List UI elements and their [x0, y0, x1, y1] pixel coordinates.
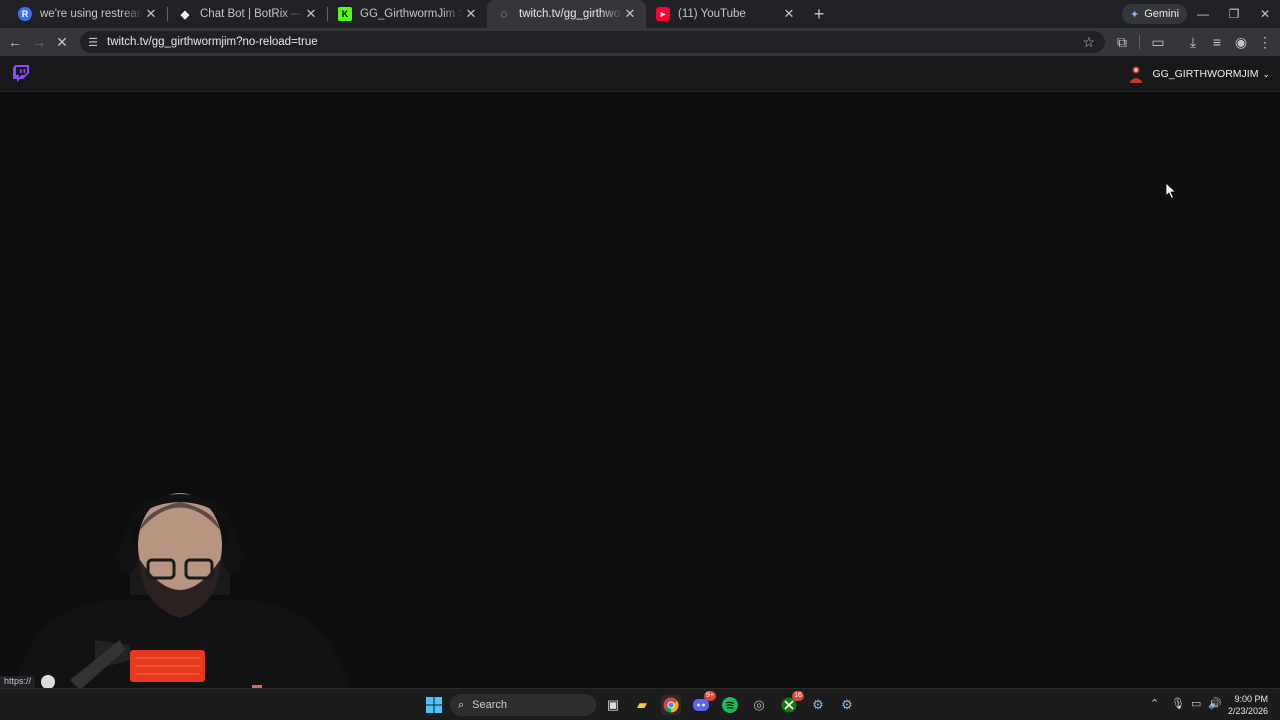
- user-menu-button[interactable]: GG_GIRTHWORMJIM ⌄: [1128, 64, 1270, 84]
- close-tab-icon[interactable]: ✕: [463, 6, 479, 22]
- spotify-icon[interactable]: [720, 695, 740, 715]
- taskbar-clock[interactable]: 9:00 PM 2/23/2026: [1228, 693, 1268, 717]
- loading-spinner-icon: ◌: [500, 7, 508, 21]
- avatar: [1128, 65, 1144, 83]
- tab-title: twitch.tv/gg_girthwormjim?no-: [519, 8, 622, 20]
- link-status-bar: https://: [0, 676, 36, 688]
- close-tab-icon[interactable]: ✕: [622, 6, 638, 22]
- back-button[interactable]: ←: [3, 30, 27, 54]
- browser-window: R we're using restream and editi ✕ ◆ Cha…: [0, 0, 1280, 720]
- menu-icon[interactable]: ⋮: [1253, 30, 1277, 54]
- tab-title: Chat Bot | BotRix — Cloud Stre: [200, 8, 303, 20]
- restore-button[interactable]: ❐: [1218, 0, 1250, 28]
- browser-toolbar: ← → ✕ ☰ twitch.tv/gg_girthwormjim?no-rel…: [0, 28, 1280, 56]
- bookmark-star-icon[interactable]: ☆: [1082, 34, 1095, 51]
- tab-title: we're using restream and editi: [40, 8, 143, 20]
- toolbar-divider: [1139, 35, 1140, 49]
- microphone-icon[interactable]: 🎙: [1171, 697, 1185, 710]
- tab-twitch[interactable]: ◌ twitch.tv/gg_girthwormjim?no- ✕: [487, 0, 646, 28]
- site-info-icon[interactable]: ☰: [86, 35, 100, 49]
- youtube-icon: ▶: [656, 7, 670, 21]
- windows-taskbar: ⌕ Search ▣ ▰ 9+ ◎ 16 ⚙ ⚙ ⌃ �: [0, 688, 1280, 720]
- tab-title: GG_GirthwormJim Stream - Wa: [360, 8, 463, 20]
- gemini-spark-icon: ✦: [1130, 8, 1140, 21]
- twitch-top-nav: GG_GIRTHWORMJIM ⌄: [0, 56, 1280, 92]
- twitch-logo-icon[interactable]: [13, 65, 29, 82]
- xbox-icon[interactable]: 16: [779, 691, 804, 715]
- discord-icon[interactable]: 9+: [691, 691, 716, 715]
- xbox-badge: 16: [792, 691, 804, 701]
- volume-icon[interactable]: 🔊: [1208, 697, 1222, 710]
- media-controls-icon[interactable]: ≡: [1205, 30, 1229, 54]
- network-icon[interactable]: ▭: [1191, 697, 1201, 710]
- chevron-down-icon: ⌄: [1262, 68, 1270, 79]
- search-label: Search: [472, 699, 508, 711]
- new-tab-button[interactable]: +: [805, 0, 833, 28]
- tab-youtube[interactable]: ▶ (11) YouTube ✕: [646, 0, 805, 28]
- mouse-cursor-icon: [1166, 183, 1177, 199]
- close-tab-icon[interactable]: ✕: [143, 6, 159, 22]
- tab-title: (11) YouTube: [678, 8, 746, 20]
- clock-time: 9:00 PM: [1234, 694, 1268, 704]
- url-text: twitch.tv/gg_girthwormjim?no-reload=true: [107, 36, 318, 48]
- restream-icon: R: [18, 7, 32, 21]
- close-window-button[interactable]: ✕: [1249, 0, 1280, 28]
- address-bar[interactable]: ☰ twitch.tv/gg_girthwormjim?no-reload=tr…: [80, 31, 1105, 53]
- steam-icon[interactable]: ⚙: [808, 695, 828, 715]
- close-tab-icon[interactable]: ✕: [781, 6, 797, 22]
- extensions-icon[interactable]: ⧉: [1110, 30, 1134, 54]
- discord-badge: 9+: [704, 691, 716, 701]
- tab-restream[interactable]: R we're using restream and editi ✕: [8, 0, 167, 28]
- taskbar-search[interactable]: ⌕ Search: [450, 694, 596, 716]
- clock-date: 2/23/2026: [1227, 706, 1268, 716]
- steam-secondary-icon[interactable]: ⚙: [837, 695, 857, 715]
- webcam-overlay: [15, 493, 350, 690]
- file-explorer-icon[interactable]: ▰: [632, 695, 652, 715]
- windows-start-icon[interactable]: [424, 695, 444, 715]
- tab-kick[interactable]: K GG_GirthwormJim Stream - Wa ✕: [328, 0, 487, 28]
- kick-icon: K: [338, 7, 352, 21]
- close-tab-icon[interactable]: ✕: [303, 6, 319, 22]
- tray-overflow-chevron-icon[interactable]: ⌃: [1150, 697, 1159, 710]
- gemini-button[interactable]: ✦ Gemini: [1122, 4, 1188, 24]
- task-view-icon[interactable]: ▣: [603, 695, 623, 715]
- tab-botrix[interactable]: ◆ Chat Bot | BotRix — Cloud Stre ✕: [168, 0, 327, 28]
- username: GG_GIRTHWORMJIM: [1152, 68, 1259, 80]
- cast-icon[interactable]: ▭: [1146, 30, 1170, 54]
- profile-icon[interactable]: ◉: [1229, 30, 1253, 54]
- gemini-label: Gemini: [1144, 8, 1180, 20]
- chrome-icon[interactable]: [661, 695, 681, 715]
- obs-icon[interactable]: ◎: [749, 695, 769, 715]
- tab-strip: R we're using restream and editi ✕ ◆ Cha…: [0, 0, 1280, 28]
- botrix-icon: ◆: [180, 8, 190, 21]
- search-icon: ⌕: [458, 698, 465, 711]
- minimize-button[interactable]: —: [1187, 0, 1219, 28]
- forward-button[interactable]: →: [27, 30, 51, 54]
- download-icon[interactable]: ⤓: [1181, 30, 1205, 54]
- stop-loading-button[interactable]: ✕: [50, 30, 74, 54]
